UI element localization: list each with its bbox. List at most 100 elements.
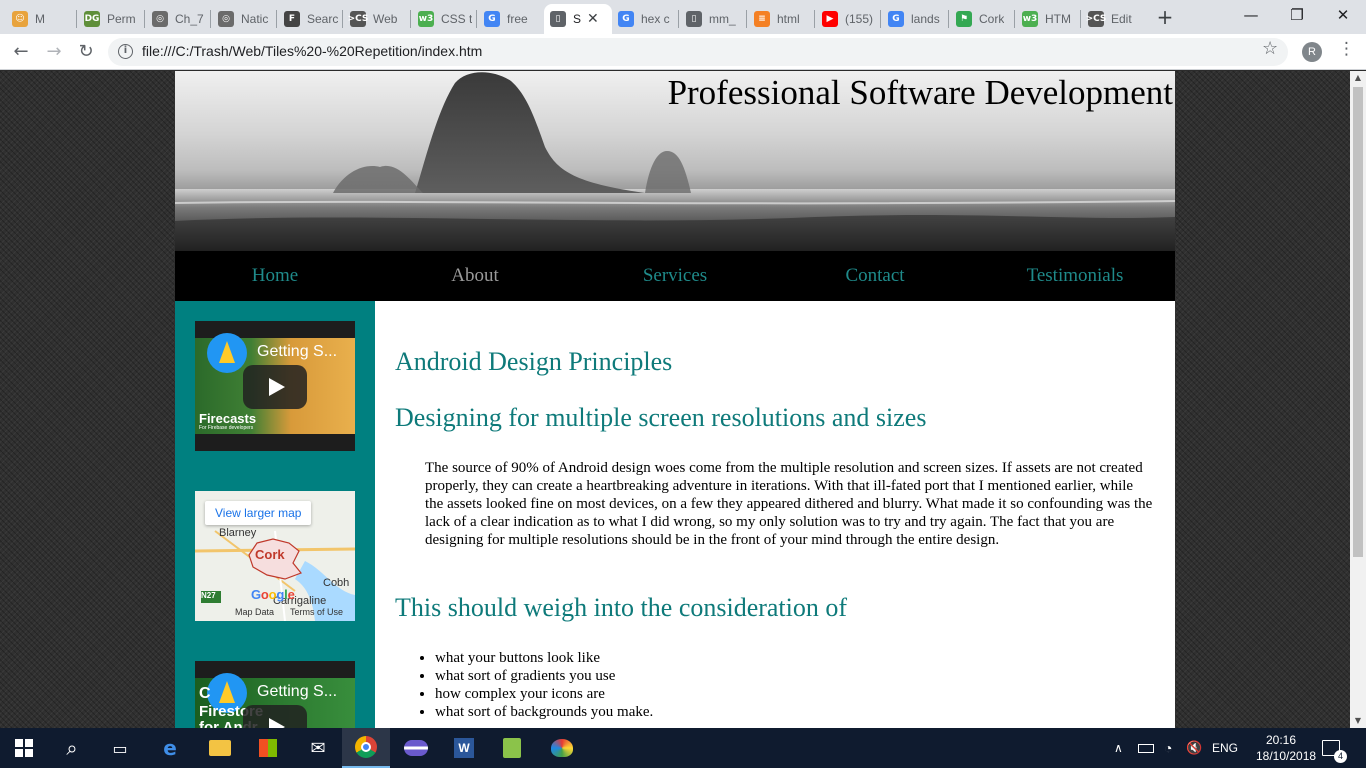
tab-separator [814,10,815,28]
consideration-list: what your buttons look like what sort of… [435,649,653,721]
vertical-scrollbar[interactable]: ▲ ▼ [1350,71,1366,728]
tab-title: free [507,12,528,26]
map-road-badge: N27 [201,591,216,600]
browser-tab[interactable]: F Searc [278,4,340,34]
browser-tab[interactable]: ⚑ Cork [950,4,1012,34]
address-bar[interactable]: i file:///C:/Trash/Web/Tiles%20-%20Repet… [108,38,1288,66]
browser-tab[interactable]: >CS Edit [1082,4,1146,34]
browser-tab[interactable]: ▯ S ✕ [544,4,612,34]
tab-separator [948,10,949,28]
forward-button[interactable]: → [42,40,66,64]
edge-icon: e [163,736,177,760]
notification-icon: 4 [1322,740,1347,763]
w3-icon: w3 [418,11,434,27]
browser-tab[interactable]: w3 HTM [1016,4,1078,34]
volume-button[interactable]: 🔇 [1186,728,1202,768]
tab-title: M [35,12,45,26]
map-data-link[interactable]: Map Data [235,607,274,617]
chrome-taskbar-button[interactable] [342,728,390,768]
back-button[interactable]: ← [9,40,33,64]
action-center-button[interactable]: 4 [1322,728,1347,768]
browser-tab[interactable]: Ghex c [612,4,676,34]
file-explorer-taskbar-button[interactable] [196,728,244,768]
word-taskbar-button[interactable]: W [440,728,488,768]
browser-tab[interactable]: ▯ mm_ [680,4,744,34]
browser-tab[interactable]: ▶ (155) [816,4,878,34]
show-hidden-icons-button[interactable]: ∧ [1114,728,1123,768]
video-brand-sub: For Firebase developers [199,425,254,431]
tab-separator [210,10,211,28]
nav-link-testimonials[interactable]: Testimonials [975,251,1175,301]
paint-taskbar-button[interactable] [538,728,586,768]
browser-tab[interactable]: ◎ Ch_7 [146,4,208,34]
bookmark-star-icon[interactable]: ☆ [1262,38,1278,59]
battery-icon [1138,743,1154,753]
browser-tab[interactable]: ☺ M [6,4,70,34]
browser-tab[interactable]: Gfree [478,4,540,34]
page-viewport: Professional Software Development Home Ab… [0,71,1350,728]
profile-avatar[interactable]: R [1302,42,1322,62]
nav-link-home[interactable]: Home [175,251,375,301]
video-embed-2[interactable]: Getting S... C Firestore for Andr [195,661,355,728]
tab-title: Edit [1111,12,1132,26]
play-button-icon[interactable] [243,705,307,728]
new-tab-button[interactable]: + [1154,6,1176,28]
tab-separator [746,10,747,28]
video-title[interactable]: Getting S... [257,343,337,361]
mail-taskbar-button[interactable]: ✉ [294,728,342,768]
tab-title: html [777,12,800,26]
youtube-icon: ▶ [822,11,838,27]
view-larger-map-link[interactable]: View larger map [205,501,312,525]
tab-separator [1080,10,1081,28]
browser-tab[interactable]: ◎ Natic [212,4,274,34]
reload-button[interactable]: ↻ [74,40,98,64]
video-embed-1[interactable]: Getting S... Firecasts For Firebase deve… [195,321,355,451]
tab-separator [678,10,679,28]
task-view-button[interactable]: ▭ [96,728,144,768]
atom-icon: ◎ [218,11,234,27]
firebase-flame-icon [219,341,235,363]
browser-tab[interactable]: w3 CSS t [412,4,474,34]
play-button-icon[interactable] [243,365,307,409]
site-title: Professional Software Development [667,73,1173,112]
map-embed[interactable]: View larger map Blarney Cork Cobh Carrig… [195,491,355,621]
terms-of-use-link[interactable]: Terms of Use [290,607,343,617]
info-icon[interactable]: i [118,44,133,59]
browser-tab[interactable]: DG Perm [78,4,142,34]
clock-date: 18/10/2018 [1256,749,1317,763]
chevron-up-icon: ∧ [1114,741,1123,755]
tab-title: Web [373,12,398,26]
close-window-button[interactable]: ✕ [1320,0,1366,30]
start-button[interactable] [0,728,48,768]
tab-title: HTM [1045,12,1071,26]
close-tab-icon[interactable]: ✕ [587,11,599,27]
clock[interactable]: 20:16 18/10/2018 [1256,732,1317,764]
google-icon: G [888,11,904,27]
nav-link-about[interactable]: About [375,251,575,301]
browser-menu-icon[interactable]: ⋮ [1338,39,1355,59]
search-button[interactable]: ⌕ [48,728,96,768]
scroll-down-icon[interactable]: ▼ [1350,714,1366,728]
volume-muted-icon: 🔇 [1186,740,1203,755]
mail-icon: ✉ [310,737,326,759]
store-taskbar-button[interactable] [244,728,292,768]
nav-link-services[interactable]: Services [575,251,775,301]
browser-tab[interactable]: >CS Web [344,4,408,34]
network-button[interactable]: ◔ [1164,728,1172,768]
restore-button[interactable]: ❐ [1274,0,1320,30]
tab-title: S [573,12,582,26]
nav-link-contact[interactable]: Contact [775,251,975,301]
video-title[interactable]: Getting S... [257,683,337,701]
edge-taskbar-button[interactable]: e [146,728,194,768]
browser-tab[interactable]: ≡ html [748,4,812,34]
minimize-button[interactable]: — [1228,0,1274,30]
url-text[interactable]: file:///C:/Trash/Web/Tiles%20-%20Repetit… [142,43,482,59]
notepadpp-taskbar-button[interactable] [488,728,536,768]
browser-tab[interactable]: Glands [882,4,946,34]
tab-title: hex c [641,12,670,26]
scroll-up-icon[interactable]: ▲ [1350,71,1366,85]
scrollbar-thumb[interactable] [1353,87,1363,557]
vpn-taskbar-button[interactable] [392,728,440,768]
battery-button[interactable] [1138,728,1154,768]
language-indicator[interactable]: ENG [1212,728,1238,768]
